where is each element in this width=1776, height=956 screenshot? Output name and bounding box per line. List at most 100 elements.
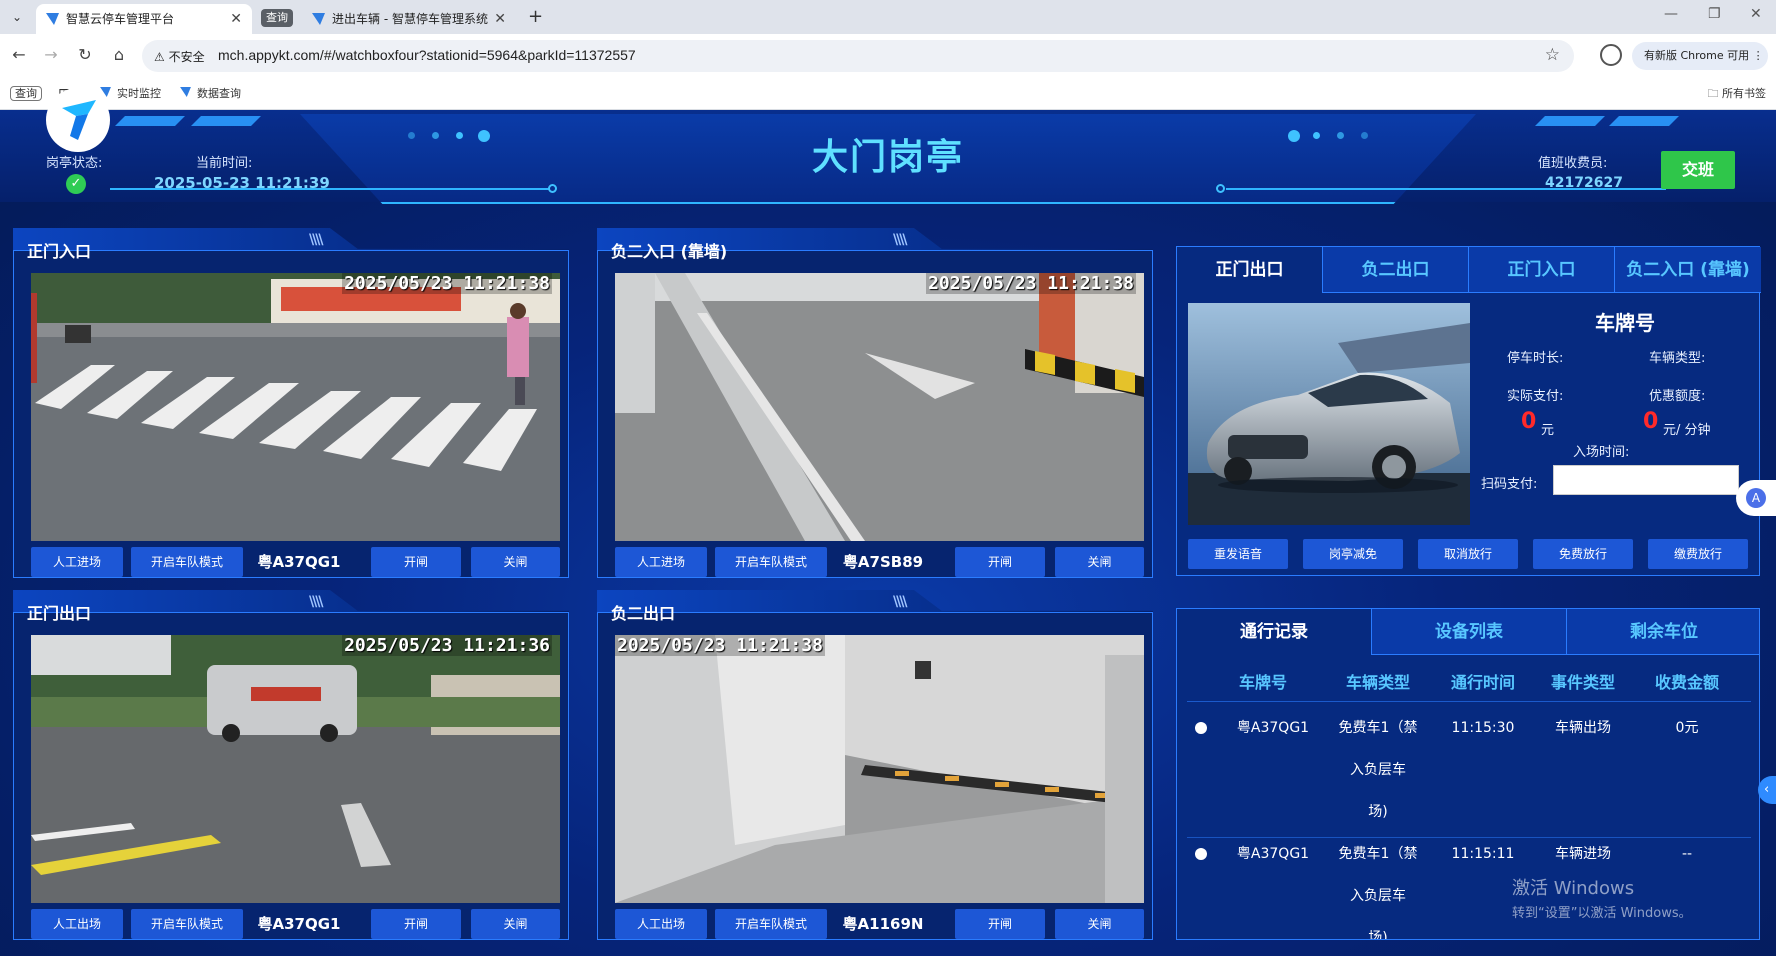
tab-remaining-spaces[interactable]: 剩余车位: [1567, 609, 1759, 655]
camera-title: 正门出口: [27, 604, 92, 623]
open-gate-button[interactable]: 开闸: [955, 909, 1045, 939]
new-tab-plus-icon[interactable]: +: [528, 6, 543, 27]
insecure-warning[interactable]: ⚠ 不安全: [154, 48, 205, 65]
status-ok-check-icon: ✓: [66, 174, 86, 194]
manual-exit-button[interactable]: 人工出场: [615, 909, 707, 939]
column-header-fee: 收费金额: [1654, 673, 1719, 692]
actual-paid-value: 0: [1521, 409, 1537, 434]
profile-avatar-icon[interactable]: [1600, 44, 1622, 66]
cell-vehicle-type: 免费车1（禁: [1338, 846, 1418, 862]
minimize-icon[interactable]: —: [1664, 6, 1678, 22]
close-gate-button[interactable]: 关闸: [1055, 909, 1144, 939]
tab-search-chevron-icon[interactable]: ⌄: [6, 6, 28, 28]
free-release-button[interactable]: 免费放行: [1533, 539, 1633, 569]
window-close-icon[interactable]: ✕: [1750, 6, 1762, 22]
cell-event-type: 车辆出场: [1555, 720, 1611, 736]
paid-release-button[interactable]: 缴费放行: [1648, 539, 1748, 569]
handover-button[interactable]: 交班: [1661, 151, 1735, 189]
manual-entry-button[interactable]: 人工进场: [31, 547, 123, 577]
recognized-plate: 粤A1169N: [842, 915, 924, 933]
assistant-float-button[interactable]: A: [1736, 480, 1776, 516]
tab-close-icon[interactable]: ✕: [230, 4, 242, 34]
stripe-deco: [191, 116, 261, 126]
bookmark-realtime-monitor[interactable]: 实时监控: [100, 85, 161, 103]
street-scene-image: [31, 273, 560, 541]
recognized-plate: 粤A7SB89: [842, 553, 924, 571]
deco-dot: [408, 132, 415, 139]
stripe-deco: [1609, 116, 1679, 126]
cancel-release-button[interactable]: 取消放行: [1418, 539, 1518, 569]
cell-fee: 0元: [1675, 720, 1699, 736]
replay-voice-button[interactable]: 重发语音: [1188, 539, 1288, 569]
close-gate-button[interactable]: 关闸: [471, 547, 560, 577]
cell-plate: 粤A37QG1: [1236, 720, 1310, 736]
tab-device-list[interactable]: 设备列表: [1372, 609, 1567, 655]
watermark-line-1: 激活 Windows: [1512, 878, 1635, 899]
site-favicon-icon: [312, 13, 325, 25]
row-bullet-icon: [1195, 722, 1207, 734]
open-gate-button[interactable]: 开闸: [371, 547, 461, 577]
bookmark-star-icon[interactable]: ☆: [1545, 45, 1560, 65]
camera-feed-main-exit: 2025/05/23 11:21:36: [31, 635, 560, 903]
assistant-icon: A: [1746, 488, 1766, 508]
parking-duration-label: 停车时长:: [1507, 351, 1564, 366]
bookmark-query[interactable]: 查询: [10, 85, 42, 103]
bookmark-favicon-icon: [180, 87, 191, 97]
chrome-update-button[interactable]: 有新版 Chrome 可用 ⋮: [1632, 42, 1768, 70]
browser-tab-inactive[interactable]: 进出车辆 - 智慧停车管理系统 ✕: [300, 4, 516, 34]
cell-fee: --: [1681, 846, 1693, 862]
address-bar[interactable]: ⚠ 不安全 mch.appykt.com/#/watchboxfour?stat…: [142, 40, 1574, 72]
fleet-mode-button[interactable]: 开启车队模式: [715, 547, 827, 577]
camera-body: 2025/05/23 11:21:38 人工进场 开启车队模式 粤A7SB89 …: [597, 250, 1153, 578]
camera-title: 负二出口: [611, 604, 676, 623]
cell-vehicle-type: 场): [1368, 804, 1388, 820]
open-gate-button[interactable]: 开闸: [371, 909, 461, 939]
browser-toolbar: ← → ↻ ⌂ ⚠ 不安全 mch.appykt.com/#/watchboxf…: [0, 34, 1776, 78]
tab-group-label[interactable]: 查询: [261, 9, 293, 27]
browser-tab-active[interactable]: 智慧云停车管理平台 ✕: [36, 4, 252, 34]
fleet-mode-button[interactable]: 开启车队模式: [131, 547, 243, 577]
deco-dot: [478, 130, 490, 142]
fleet-mode-button[interactable]: 开启车队模式: [715, 909, 827, 939]
forward-arrow-icon[interactable]: →: [40, 44, 62, 66]
url-text[interactable]: mch.appykt.com/#/watchboxfour?stationid=…: [218, 47, 636, 63]
camera-timestamp: 2025/05/23 11:21:38: [926, 273, 1136, 294]
tab-b2-exit[interactable]: 负二出口: [1323, 247, 1469, 293]
tab-b2-entrance[interactable]: 负二入口 (靠墙): [1615, 247, 1761, 293]
deco-dot: [1288, 130, 1300, 142]
car-placeholder-image: [1188, 303, 1470, 525]
tab-close-icon[interactable]: ✕: [494, 4, 506, 34]
booth-discount-button[interactable]: 岗亭减免: [1303, 539, 1403, 569]
manual-entry-button[interactable]: 人工进场: [615, 547, 707, 577]
bookmark-data-query[interactable]: 数据查询: [180, 85, 241, 103]
close-gate-button[interactable]: 关闸: [1055, 547, 1144, 577]
tab-main-exit[interactable]: 正门出口: [1177, 247, 1323, 293]
exit-road-image: [31, 635, 560, 903]
home-icon[interactable]: ⌂: [108, 44, 130, 66]
manual-exit-button[interactable]: 人工出场: [31, 909, 123, 939]
reload-icon[interactable]: ↻: [74, 44, 96, 66]
all-bookmarks-folder[interactable]: 🗀 所有书签: [1708, 85, 1767, 103]
restore-icon[interactable]: ❐: [1708, 6, 1721, 22]
actual-paid-unit: 元: [1541, 423, 1555, 438]
tab-underline: [1323, 292, 1761, 293]
back-arrow-icon[interactable]: ←: [8, 44, 30, 66]
cashier-id: 42172627: [1545, 175, 1623, 191]
camera-controls: 人工出场 开启车队模式 粤A1169N 开闸 关闸: [615, 909, 1144, 939]
open-gate-button[interactable]: 开闸: [955, 547, 1045, 577]
close-gate-button[interactable]: 关闸: [471, 909, 560, 939]
current-time-value: 2025-05-23 11:21:39: [154, 174, 330, 192]
camera-title: 负二入口 (靠墙): [611, 242, 728, 261]
tab-pass-records[interactable]: 通行记录: [1177, 609, 1372, 655]
column-header-event-type: 事件类型: [1550, 673, 1615, 692]
cell-event-type: 车辆进场: [1555, 846, 1611, 862]
camera-timestamp: 2025/05/23 11:21:38: [342, 273, 552, 294]
fleet-mode-button[interactable]: 开启车队模式: [131, 909, 243, 939]
site-favicon-icon: [46, 13, 59, 25]
garage-ramp-image: [615, 273, 1144, 541]
stripe-deco: [1535, 116, 1605, 126]
header-node-right: [1216, 184, 1225, 193]
camera-body: 2025/05/23 11:21:38 人工出场 开启车队模式 粤A1169N …: [597, 612, 1153, 940]
tab-main-entrance[interactable]: 正门入口: [1469, 247, 1615, 293]
scan-pay-input[interactable]: [1553, 465, 1739, 495]
